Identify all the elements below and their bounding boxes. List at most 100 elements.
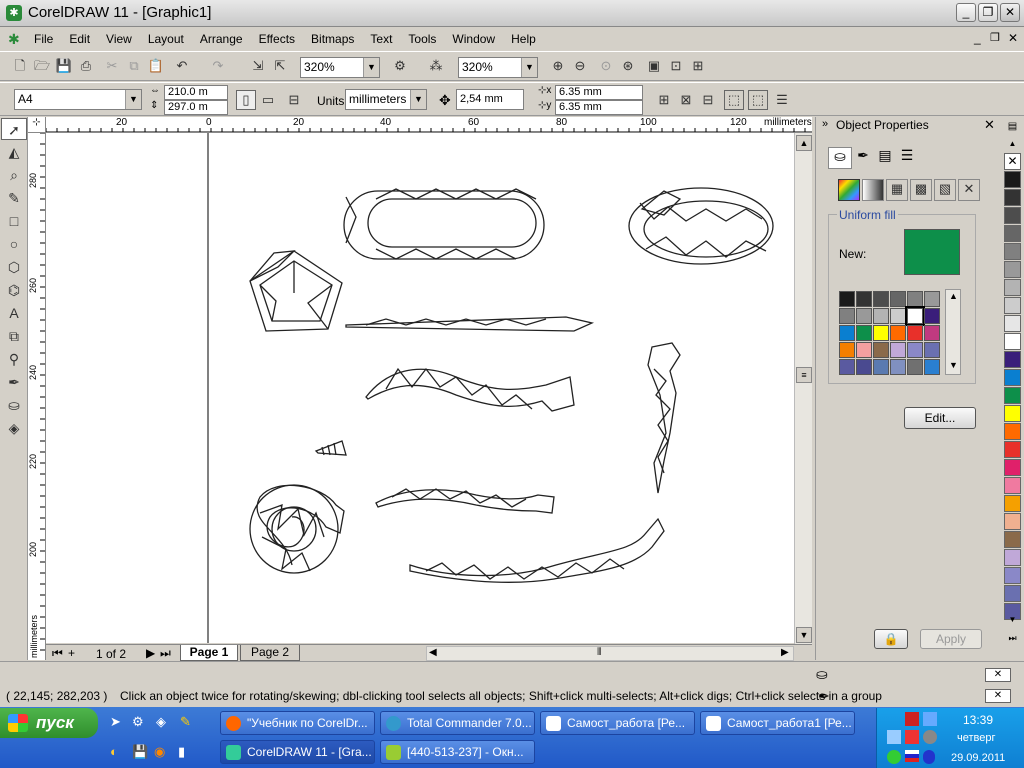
palette-swatch[interactable] <box>1004 495 1021 512</box>
color-grid-swatch[interactable] <box>907 291 923 307</box>
color-grid-swatch[interactable] <box>924 359 940 375</box>
color-grid-swatch[interactable] <box>890 291 906 307</box>
color-grid-scrollbar[interactable]: ▲ ▼ <box>945 289 961 375</box>
interactive-tool-icon[interactable]: ⧉ <box>1 325 27 347</box>
treat-as-filled-icon[interactable]: ⊞ <box>654 90 674 110</box>
freehand-tool-icon[interactable]: ✎ <box>1 187 27 209</box>
color-grid[interactable] <box>839 291 940 375</box>
color-grid-swatch[interactable] <box>924 325 940 341</box>
fountain-fill-icon[interactable] <box>862 179 884 201</box>
chevron-down-icon[interactable]: ▼ <box>521 58 537 77</box>
first-page-icon[interactable]: ⏮ <box>52 646 63 661</box>
last-page-icon[interactable]: ⏭ <box>160 646 171 661</box>
quicklaunch-icon[interactable]: ▮ <box>178 744 185 760</box>
shape-tool-icon[interactable]: ◭ <box>1 141 27 163</box>
quicklaunch-icon[interactable]: 💾 <box>132 744 148 760</box>
color-grid-swatch[interactable] <box>856 308 872 324</box>
color-grid-swatch[interactable] <box>856 291 872 307</box>
draw-centered-icon[interactable]: ⊠ <box>676 90 696 110</box>
task-button[interactable]: "Учебник по CorelDr... <box>220 711 375 735</box>
color-grid-swatch[interactable] <box>890 359 906 375</box>
duplicate-y-field[interactable]: 6.35 mm <box>555 100 643 115</box>
tab-page-1[interactable]: Page 1 <box>180 645 238 661</box>
color-grid-swatch[interactable] <box>873 308 889 324</box>
quicklaunch-icon[interactable]: ◉ <box>154 744 165 760</box>
vertical-ruler[interactable]: 280 260 240 220 200 millimeters <box>28 133 46 660</box>
docker-tab-details[interactable]: ☰ <box>896 147 918 169</box>
scroll-left-icon[interactable]: ◀ <box>429 647 437 658</box>
color-grid-swatch[interactable] <box>924 308 940 324</box>
palette-swatch[interactable] <box>1004 189 1021 206</box>
maximize-button[interactable]: ❐ <box>978 3 998 22</box>
color-grid-swatch[interactable] <box>873 342 889 358</box>
quicklaunch-icon[interactable]: ◈ <box>156 714 166 730</box>
menu-bitmaps[interactable]: Bitmaps <box>303 28 362 50</box>
vertical-scrollbar[interactable]: ▲ ≡ ▼ <box>794 133 812 644</box>
tray-icon[interactable] <box>887 750 901 764</box>
app-launcher-icon[interactable]: ⚙ <box>390 56 410 76</box>
quicklaunch-icon[interactable]: ➤ <box>110 714 121 730</box>
menu-layout[interactable]: Layout <box>140 28 192 50</box>
zoom-page-icon[interactable]: ▣ <box>644 56 664 76</box>
color-grid-swatch[interactable] <box>905 306 925 326</box>
polygon-tool-icon[interactable]: ⬡ <box>1 256 27 278</box>
horizontal-ruler[interactable]: 20 0 20 40 60 80 100 120 millimeters <box>46 117 812 133</box>
snap-icon[interactable]: ⊟ <box>698 90 718 110</box>
zoom-levels-combo[interactable]: 320% ▼ <box>458 57 538 78</box>
chevron-down-icon[interactable]: ▼ <box>363 58 379 77</box>
apply-button[interactable]: Apply <box>920 629 982 649</box>
outline-tool-icon[interactable]: ✒ <box>1 371 27 393</box>
menu-text[interactable]: Text <box>362 28 400 50</box>
doc-restore-icon[interactable]: ❐ <box>990 31 1000 44</box>
import-icon[interactable]: ⇲ <box>248 56 268 76</box>
palette-swatch[interactable] <box>1004 549 1021 566</box>
palette-swatch[interactable] <box>1004 243 1021 260</box>
palette-swatch[interactable] <box>1004 531 1021 548</box>
chevron-down-icon[interactable]: ▼ <box>949 360 958 370</box>
menu-window[interactable]: Window <box>444 28 503 50</box>
no-color-swatch[interactable]: ✕ <box>1004 153 1021 170</box>
color-grid-swatch[interactable] <box>873 359 889 375</box>
export-icon[interactable]: ⇱ <box>270 56 290 76</box>
scroll-thumb[interactable]: ≡ <box>796 367 812 383</box>
palette-up-icon[interactable]: ▲ <box>1004 139 1021 151</box>
add-page-icon[interactable]: + <box>68 646 75 660</box>
doc-minimize-icon[interactable]: _ <box>974 31 981 45</box>
zoom-out-icon[interactable]: ⊖ <box>570 56 590 76</box>
color-grid-swatch[interactable] <box>839 325 855 341</box>
fill-tool-icon[interactable]: ⛀ <box>1 394 27 416</box>
chevron-up-icon[interactable]: ▲ <box>949 291 958 301</box>
palette-swatch[interactable] <box>1004 225 1021 242</box>
minimize-button[interactable]: _ <box>956 3 976 22</box>
palette-swatches[interactable] <box>1004 171 1021 621</box>
color-grid-swatch[interactable] <box>924 291 940 307</box>
tab-page-2[interactable]: Page 2 <box>240 645 300 661</box>
spiral-tool-icon[interactable]: ⌬ <box>1 279 27 301</box>
task-button[interactable]: [440-513-237] - Окн... <box>380 740 535 764</box>
landscape-icon[interactable]: ▭ <box>258 90 278 110</box>
drawing-canvas[interactable] <box>46 133 794 643</box>
pick-tool-icon[interactable]: ➚ <box>1 118 27 140</box>
palette-swatch[interactable] <box>1004 333 1021 350</box>
postscript-fill-icon[interactable]: ▧ <box>934 179 956 201</box>
chevron-down-icon[interactable]: ▼ <box>125 90 141 109</box>
print-icon[interactable]: ⎙ <box>76 56 96 76</box>
select-group-icon[interactable]: ⬚ <box>748 90 768 110</box>
color-grid-swatch[interactable] <box>839 308 855 324</box>
color-grid-swatch[interactable] <box>856 359 872 375</box>
undo-icon[interactable]: ↶ <box>172 56 192 76</box>
palette-options-icon[interactable]: ▤ <box>1004 121 1021 138</box>
palette-swatch[interactable] <box>1004 279 1021 296</box>
text-tool-icon[interactable]: A <box>1 302 27 324</box>
zoom-selected-icon[interactable]: ⊙ <box>596 56 616 76</box>
tray-icon[interactable] <box>905 730 919 744</box>
color-grid-swatch[interactable] <box>907 359 923 375</box>
menu-tools[interactable]: Tools <box>400 28 444 50</box>
quicklaunch-icon[interactable]: ✎ <box>180 714 191 730</box>
color-grid-swatch[interactable] <box>856 325 872 341</box>
color-grid-swatch[interactable] <box>890 325 906 341</box>
start-button[interactable]: пуск <box>0 708 98 738</box>
palette-swatch[interactable] <box>1004 369 1021 386</box>
ellipse-tool-icon[interactable]: ○ <box>1 233 27 255</box>
zoom-height-icon[interactable]: ⊞ <box>688 56 708 76</box>
